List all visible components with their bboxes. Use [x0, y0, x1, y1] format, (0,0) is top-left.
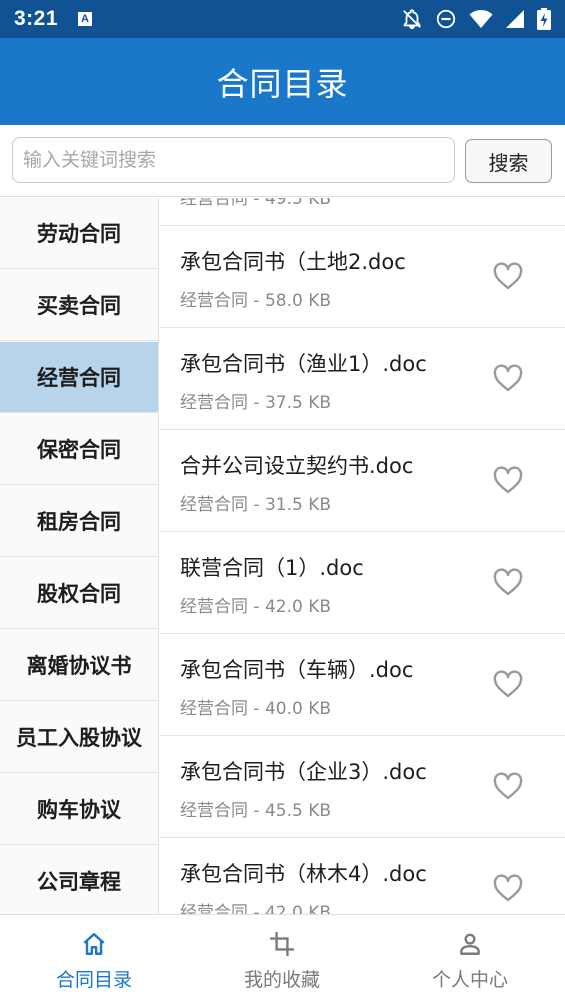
document-name: 合并公司设立契约书.doc [180, 454, 414, 478]
bottom-nav: 合同目录 我的收藏 个人中心 [0, 914, 565, 1004]
document-meta: 经营合同 - 58.0 KB [180, 291, 332, 311]
document-name: 承包合同书（车辆）.doc [180, 658, 414, 682]
tab-my-favorites[interactable]: 我的收藏 [188, 915, 376, 1005]
sidebar-item-confidentiality-contract[interactable]: 保密合同 [0, 414, 158, 485]
list-item[interactable]: 承包合同书（土地2.doc 经营合同 - 58.0 KB [160, 226, 565, 328]
list-item[interactable]: 联营合同（1）.doc 经营合同 - 42.0 KB [160, 532, 565, 634]
list-item[interactable]: 合并公司设立契约书.doc 经营合同 - 31.5 KB [160, 430, 565, 532]
do-not-disturb-icon [435, 8, 457, 30]
status-bar: 3:21 A [0, 0, 565, 38]
document-name: 联营合同（1）.doc [180, 556, 364, 580]
wifi-icon [469, 9, 493, 29]
tab-profile[interactable]: 个人中心 [376, 915, 564, 1005]
sidebar-item-labor-contract[interactable]: 劳动合同 [0, 198, 158, 269]
status-time: 3:21 [14, 7, 59, 30]
list-item[interactable]: 经营合同 - 49.5 KB [160, 198, 565, 226]
tab-contract-catalog[interactable]: 合同目录 [0, 915, 188, 1005]
heart-icon[interactable] [492, 465, 524, 495]
sidebar-item-employee-share-agreement[interactable]: 员工入股协议 [0, 702, 158, 773]
document-meta: 经营合同 - 40.0 KB [180, 699, 332, 719]
notifications-off-icon [401, 8, 423, 30]
sidebar-item-company-charter[interactable]: 公司章程 [0, 846, 158, 914]
status-icons [401, 8, 551, 30]
list-item[interactable]: 承包合同书（车辆）.doc 经营合同 - 40.0 KB [160, 634, 565, 736]
heart-icon[interactable] [492, 363, 524, 393]
tab-label: 我的收藏 [243, 969, 320, 991]
document-name: 承包合同书（企业3）.doc [180, 760, 427, 784]
document-meta: 经营合同 - 45.5 KB [180, 801, 332, 821]
battery-charging-icon [537, 8, 551, 30]
home-icon [83, 933, 105, 955]
document-meta: 经营合同 - 42.0 KB [180, 597, 332, 617]
heart-icon[interactable] [492, 771, 524, 801]
category-sidebar: 劳动合同 买卖合同 经营合同 保密合同 租房合同 股权合同 离婚协议书 员工入股… [0, 198, 159, 914]
document-meta: 经营合同 - 37.5 KB [180, 393, 332, 413]
cell-signal-icon [505, 9, 525, 29]
sidebar-item-divorce-agreement[interactable]: 离婚协议书 [0, 630, 158, 701]
sidebar-item-rental-contract[interactable]: 租房合同 [0, 486, 158, 557]
document-name: 承包合同书（渔业1）.doc [180, 352, 427, 376]
document-meta: 经营合同 - 49.5 KB [180, 198, 332, 209]
search-button[interactable]: 搜索 [465, 139, 552, 183]
app-bar: 合同目录 [0, 38, 565, 125]
sidebar-item-sales-contract[interactable]: 买卖合同 [0, 270, 158, 341]
person-icon [460, 933, 480, 955]
tab-label: 个人中心 [431, 969, 508, 991]
list-item[interactable]: 承包合同书（渔业1）.doc 经营合同 - 37.5 KB [160, 328, 565, 430]
search-input[interactable] [12, 137, 455, 183]
heart-icon[interactable] [492, 669, 524, 699]
page-title: 合同目录 [216, 64, 349, 103]
search-bar: 搜索 [0, 125, 565, 197]
crop-icon [270, 932, 294, 956]
document-list: 经营合同 - 49.5 KB 承包合同书（土地2.doc 经营合同 - 58.0… [160, 198, 565, 914]
heart-icon[interactable] [492, 873, 524, 903]
list-item[interactable]: 承包合同书（企业3）.doc 经营合同 - 45.5 KB [160, 736, 565, 838]
heart-icon[interactable] [492, 261, 524, 291]
notification-badge: A [78, 12, 93, 26]
sidebar-item-equity-contract[interactable]: 股权合同 [0, 558, 158, 629]
list-item[interactable]: 承包合同书（林木4）.doc 经营合同 - 42.0 KB [160, 838, 565, 914]
document-name: 承包合同书（土地2.doc [180, 250, 406, 274]
document-meta: 经营合同 - 31.5 KB [180, 495, 332, 515]
tab-label: 合同目录 [55, 969, 132, 991]
sidebar-item-car-purchase-agreement[interactable]: 购车协议 [0, 774, 158, 845]
document-name: 承包合同书（林木4）.doc [180, 862, 427, 886]
heart-icon[interactable] [492, 567, 524, 597]
document-meta: 经营合同 - 42.0 KB [180, 903, 332, 914]
sidebar-item-business-contract[interactable]: 经营合同 [0, 342, 158, 413]
